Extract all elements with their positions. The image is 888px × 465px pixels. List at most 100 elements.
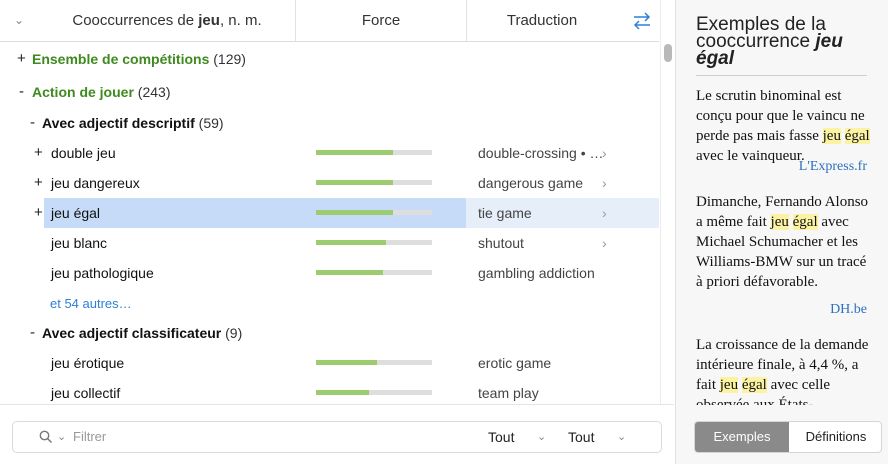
force-bar	[316, 210, 432, 215]
expand-toggle[interactable]: +	[34, 138, 43, 168]
cooccurrence-word[interactable]: jeu pathologique	[51, 258, 154, 288]
examples-panel: Exemples de la cooccurrence jeu égal Le …	[675, 0, 888, 464]
highlighted-term: jeu	[770, 214, 789, 230]
chevron-right-icon[interactable]: ›	[602, 138, 607, 168]
collapse-toggle[interactable]: -	[30, 318, 35, 348]
cooccurrence-pane: ⌄ Cooccurrences de jeu, n. m. Force Trad…	[0, 0, 660, 464]
cooccurrence-word[interactable]: double jeu	[51, 138, 116, 168]
example-sentence: Dimanche, Fernando Alonso a même fait je…	[696, 192, 876, 292]
subgroup-label: Avec adjectif classificateur (9)	[42, 318, 242, 348]
cooccurrence-word[interactable]: jeu érotique	[51, 348, 124, 378]
subgroup-name: Avec adjectif classificateur	[42, 325, 222, 341]
force-bar-fill	[316, 270, 384, 275]
force-bar-fill	[316, 210, 393, 215]
list-item[interactable]: jeu blanc shutout ›	[0, 228, 659, 258]
force-bar	[316, 150, 432, 155]
force-bar-fill	[316, 150, 393, 155]
chevron-down-icon[interactable]: ⌄	[14, 0, 24, 41]
group-row[interactable]: - Action de jouer (243)	[0, 77, 659, 107]
force-bar-fill	[316, 360, 378, 365]
source-link[interactable]: DH.be	[830, 302, 867, 318]
translation: tie game	[478, 205, 532, 221]
title-word: jeu	[198, 12, 220, 29]
translation: dangerous game	[478, 175, 584, 191]
cooccurrence-word[interactable]: jeu dangereux	[51, 168, 140, 198]
cooccurrence-word[interactable]: jeu collectif	[51, 378, 120, 404]
subgroup-label: Avec adjectif descriptif (59)	[42, 108, 224, 138]
force-column-header[interactable]: Force	[296, 0, 466, 41]
force-bar	[316, 270, 432, 275]
more-row[interactable]: et 54 autres…	[0, 289, 659, 319]
chevron-right-icon[interactable]: ›	[602, 198, 607, 228]
group-row[interactable]: + Ensemble de compétitions (129)	[0, 44, 659, 74]
vertical-scrollbar[interactable]	[660, 0, 675, 404]
force-bar	[316, 240, 432, 245]
chevron-right-icon[interactable]: ›	[602, 168, 607, 198]
example-sentence: Le scrutin binominal est conçu pour que …	[696, 86, 876, 166]
expand-toggle[interactable]: +	[17, 44, 26, 74]
subgroup-count: (9)	[225, 325, 243, 341]
list-item[interactable]: jeu pathologique gambling addiction	[0, 258, 659, 288]
more-link[interactable]: et 54 autres…	[50, 289, 132, 319]
filter-field[interactable]: ⌄ Filtrer Tout ⌄ Tout ⌄	[12, 421, 662, 453]
filter-select-1[interactable]: Tout	[488, 422, 514, 452]
subgroup-row[interactable]: - Avec adjectif descriptif (59)	[0, 108, 659, 138]
search-icon[interactable]	[39, 430, 53, 444]
panel-toggle: Exemples Définitions	[694, 421, 882, 453]
example-text: avec le vainqueur.	[696, 148, 805, 164]
force-bar-fill	[316, 180, 393, 185]
swap-arrows-icon[interactable]	[630, 9, 654, 33]
cooccurrence-list: + Ensemble de compétitions (129) - Actio…	[0, 42, 659, 404]
subgroup-row[interactable]: - Avec adjectif classificateur (9)	[0, 318, 659, 348]
example-sentence: La croissance de la demande intérieure f…	[696, 335, 876, 405]
translation: team play	[478, 385, 539, 401]
list-item[interactable]: + double jeu double-crossing • … ›	[0, 138, 659, 168]
group-count: (129)	[213, 51, 246, 67]
group-label: Ensemble de compétitions (129)	[32, 44, 246, 74]
list-item[interactable]: + jeu dangereux dangerous game ›	[0, 168, 659, 198]
group-name: Action de jouer	[32, 84, 134, 100]
force-bar	[316, 360, 432, 365]
force-bar	[316, 390, 432, 395]
filter-bar: ⌄ Filtrer Tout ⌄ Tout ⌄	[0, 404, 674, 465]
translation: double-crossing • …	[478, 145, 604, 161]
panel-title: Exemples de la cooccurrence jeu égal	[696, 14, 876, 68]
chevron-down-icon[interactable]: ⌄	[57, 422, 66, 452]
force-bar	[316, 180, 432, 185]
group-label: Action de jouer (243)	[32, 77, 170, 107]
panel-title-text: Exemples de la cooccurrence	[696, 14, 826, 52]
list-item-selected[interactable]: + jeu égal tie game ›	[0, 198, 659, 228]
divider	[696, 75, 867, 76]
chevron-down-icon[interactable]: ⌄	[537, 422, 546, 452]
subgroup-name: Avec adjectif descriptif	[42, 115, 195, 131]
collapse-toggle[interactable]: -	[30, 108, 35, 138]
expand-toggle[interactable]: +	[34, 168, 43, 198]
translation: erotic game	[478, 355, 552, 371]
expand-toggle[interactable]: +	[34, 198, 43, 228]
list-item[interactable]: jeu collectif team play	[0, 378, 659, 404]
chevron-down-icon[interactable]: ⌄	[617, 422, 626, 452]
table-header: ⌄ Cooccurrences de jeu, n. m. Force Trad…	[0, 0, 659, 42]
translation: shutout	[478, 235, 524, 251]
highlighted-term: égal	[792, 214, 818, 230]
highlighted-term: jeu	[719, 377, 739, 393]
collapse-toggle[interactable]: -	[19, 77, 24, 107]
subgroup-count: (59)	[198, 115, 224, 131]
filter-select-2[interactable]: Tout	[568, 422, 594, 452]
examples-button[interactable]: Exemples	[695, 422, 789, 452]
title-suffix: , n. m.	[219, 12, 262, 29]
list-item[interactable]: jeu érotique erotic game	[0, 348, 659, 378]
highlighted-term: égal	[741, 377, 767, 393]
title-prefix: Cooccurrences de	[72, 12, 199, 29]
source-link[interactable]: L'Express.fr	[799, 159, 867, 175]
definitions-button[interactable]: Définitions	[789, 422, 881, 452]
chevron-right-icon[interactable]: ›	[602, 228, 607, 258]
cooccurrence-word[interactable]: jeu égal	[51, 198, 100, 228]
highlighted-term: jeu	[822, 128, 841, 144]
filter-input[interactable]: Filtrer	[73, 422, 106, 452]
translation: gambling addiction	[478, 265, 595, 281]
column-title: Cooccurrences de jeu, n. m.	[40, 0, 294, 41]
scrollbar-thumb[interactable]	[664, 44, 672, 62]
traduction-column-header[interactable]: Traduction	[467, 0, 617, 41]
cooccurrence-word[interactable]: jeu blanc	[51, 228, 107, 258]
